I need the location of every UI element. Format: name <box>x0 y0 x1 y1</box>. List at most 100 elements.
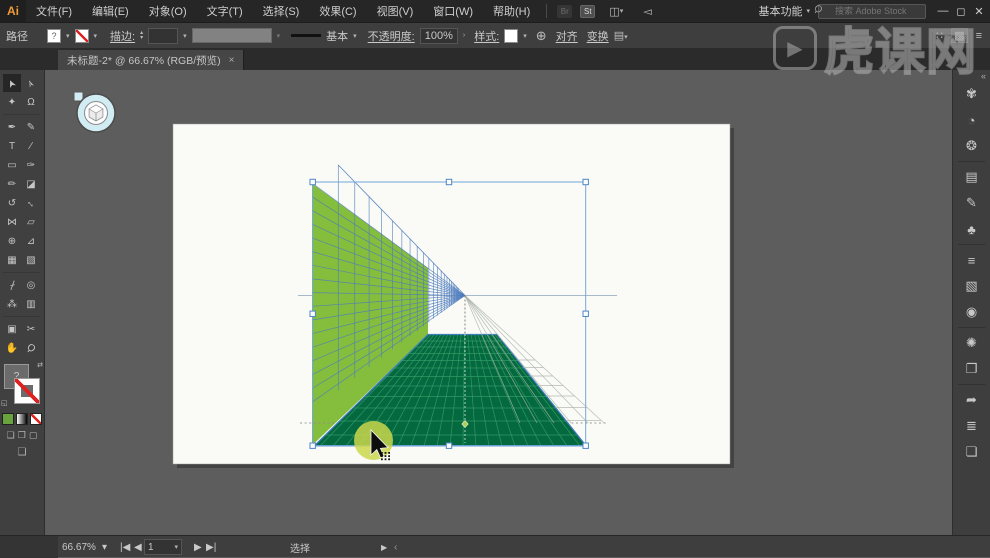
panel-menu-icon[interactable]: ≡ <box>976 30 982 42</box>
menu-item-视图[interactable]: 视图(V) <box>367 0 424 22</box>
selection-handle[interactable] <box>583 179 588 184</box>
menu-item-文件[interactable]: 文件(F) <box>26 0 82 22</box>
selection-handle[interactable] <box>446 443 451 448</box>
direct-selection-tool[interactable]: ➢ <box>22 74 40 92</box>
menu-item-效果[interactable]: 效果(C) <box>309 0 366 22</box>
pathfinder-panel-icon[interactable]: ❂ <box>953 133 990 159</box>
style-label[interactable]: 样式: <box>474 28 499 44</box>
share-button[interactable]: ◅ <box>633 0 661 22</box>
selection-handle[interactable] <box>310 311 315 316</box>
stroke-weight-label[interactable]: 描边: <box>110 28 135 44</box>
pencil-tool[interactable]: ✏ <box>3 175 21 193</box>
color-panel-icon[interactable]: ✾ <box>953 81 990 107</box>
width-tool[interactable]: ⋈ <box>3 213 21 231</box>
stroke-weight-chevron-icon[interactable]: ▾ <box>183 32 187 40</box>
menu-item-编辑[interactable]: 编辑(E) <box>82 0 139 22</box>
canvas-area[interactable] <box>45 70 952 535</box>
swap-fill-stroke-icon[interactable]: ⇄ <box>37 361 43 369</box>
menu-item-窗口[interactable]: 窗口(W) <box>423 0 483 22</box>
prev-artboard-button[interactable]: ◀ <box>134 536 142 558</box>
graphic-styles-panel-icon[interactable]: ❐ <box>953 356 990 382</box>
free-transform-tool[interactable]: ▱ <box>22 213 40 231</box>
hand-tool[interactable]: ✋ <box>3 339 21 357</box>
artboard-field[interactable]: 1▾ <box>144 539 182 555</box>
draw-inside-icon[interactable]: ▢ <box>29 430 38 441</box>
grid-toggle-icon[interactable]: ▩ <box>951 28 967 43</box>
selection-handle[interactable] <box>310 443 315 448</box>
swatches-panel-icon[interactable]: ▤ <box>953 164 990 190</box>
transform-button[interactable]: 变换 <box>587 28 609 44</box>
pen-tool[interactable]: ✒ <box>3 118 21 136</box>
type-tool[interactable]: T <box>3 137 21 155</box>
symbol-sprayer-tool[interactable]: ⁂ <box>3 295 21 313</box>
stroke-panel-icon[interactable]: ≡ <box>953 247 990 273</box>
curvature-tool[interactable]: ✎ <box>22 118 40 136</box>
menu-item-对象[interactable]: 对象(O) <box>139 0 197 22</box>
zoom-chevron-icon[interactable]: ▾ <box>102 536 107 558</box>
color-guide-panel-icon[interactable]: ◔ <box>953 107 990 133</box>
fill-stroke-widget[interactable]: ⇄ ? ◱ <box>1 363 43 409</box>
eyedropper-tool[interactable]: ∤ <box>3 276 21 294</box>
draw-behind-icon[interactable]: ❒ <box>18 430 26 441</box>
zoom-tool[interactable]: Ϙ <box>22 339 40 357</box>
stroke-swatch[interactable] <box>75 29 89 43</box>
scale-tool[interactable]: ↔ <box>22 194 40 212</box>
status-back-icon[interactable]: ‹ <box>394 536 397 558</box>
bridge-icon[interactable]: Br <box>557 5 572 18</box>
fill-chevron-icon[interactable]: ▾ <box>66 32 70 40</box>
column-graph-tool[interactable]: ▥ <box>22 295 40 313</box>
next-artboard-button[interactable]: ▶ <box>194 536 202 558</box>
selection-handle[interactable] <box>583 311 588 316</box>
width-profile-chevron-icon[interactable]: ▾ <box>277 32 281 40</box>
search-input[interactable] <box>818 4 926 19</box>
symbols-panel-icon[interactable]: ♣ <box>953 216 990 242</box>
gradient-panel-icon[interactable]: ▧ <box>953 273 990 299</box>
line-segment-tool[interactable]: ∕ <box>22 137 40 155</box>
gradient-tool[interactable]: ▧ <box>22 251 40 269</box>
screen-mode-button[interactable]: ❏ <box>0 447 44 458</box>
opacity-expand-icon[interactable]: › <box>463 32 465 39</box>
perspective-grid-tool[interactable]: ⊿ <box>22 232 40 250</box>
document-tab[interactable]: 未标题-2* @ 66.67% (RGB/预览) × <box>58 50 244 70</box>
close-button[interactable]: ✕ <box>970 5 988 18</box>
paintbrush-tool[interactable]: ✑ <box>22 156 40 174</box>
first-artboard-button[interactable]: |◀ <box>120 536 130 558</box>
default-fill-stroke-icon[interactable]: ◱ <box>1 399 8 407</box>
align-button[interactable]: 对齐 <box>556 28 578 44</box>
tab-close-icon[interactable]: × <box>229 55 235 66</box>
rotate-tool[interactable]: ↺ <box>3 194 21 212</box>
stroke-weight-field[interactable] <box>148 28 178 44</box>
artboard-tool[interactable]: ▣ <box>3 320 21 338</box>
brushes-panel-icon[interactable]: ✎ <box>953 190 990 216</box>
width-profile-dropdown[interactable] <box>192 28 272 43</box>
eraser-tool[interactable]: ◪ <box>22 175 40 193</box>
selection-handle[interactable] <box>583 443 588 448</box>
dock-collapse-icon[interactable]: « <box>953 70 990 81</box>
rectangle-tool[interactable]: ▭ <box>3 156 21 174</box>
transparency-panel-icon[interactable]: ◉ <box>953 299 990 325</box>
mesh-tool[interactable]: ▦ <box>3 251 21 269</box>
lasso-tool[interactable]: Ω <box>22 93 40 111</box>
arrange-documents-button[interactable]: ◫▾ <box>599 0 633 22</box>
workspace-switcher[interactable]: 基本功能▾ <box>758 3 810 19</box>
selection-handle[interactable] <box>310 179 315 184</box>
last-artboard-button[interactable]: ▶| <box>206 536 216 558</box>
export-panel-icon[interactable]: ➦ <box>953 387 990 413</box>
transform-options[interactable]: ▤▾ <box>614 29 628 42</box>
artboards-panel-icon[interactable]: ❏ <box>953 439 990 465</box>
draw-normal-icon[interactable]: ❑ <box>7 430 15 441</box>
shape-builder-tool[interactable]: ⊕ <box>3 232 21 250</box>
maximize-button[interactable]: ◻ <box>952 5 970 18</box>
slice-tool[interactable]: ✂ <box>22 320 40 338</box>
brush-definition-label[interactable]: 基本 <box>326 28 348 44</box>
touch-dots-icon[interactable]: ∷ <box>936 29 943 42</box>
appearance-panel-icon[interactable]: ✺ <box>953 330 990 356</box>
stroke-proxy[interactable] <box>14 378 40 404</box>
zoom-level[interactable]: 66.67% <box>62 536 96 558</box>
menu-item-选择[interactable]: 选择(S) <box>253 0 310 22</box>
stock-icon[interactable]: St <box>580 5 595 18</box>
fill-swatch[interactable]: ? <box>47 29 61 43</box>
minimize-button[interactable]: — <box>934 5 952 17</box>
stock-search[interactable]: Ϙ <box>810 4 934 19</box>
selection-handle[interactable] <box>446 179 451 184</box>
